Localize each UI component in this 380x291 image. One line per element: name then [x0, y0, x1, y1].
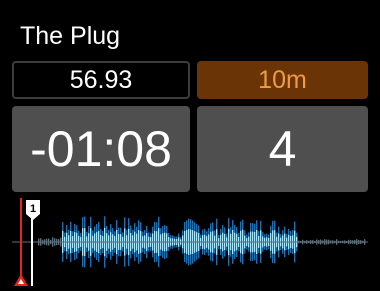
bpm-value: 56.93	[69, 65, 133, 94]
waveform-svg[interactable]: 1	[12, 198, 368, 286]
waveform-overview[interactable]: 1	[12, 198, 368, 286]
track-title: The Plug	[20, 22, 121, 50]
beat-counter-value: 4	[268, 121, 297, 177]
pitch-range-label: 10m	[258, 65, 307, 94]
bpm-display[interactable]: 56.93	[12, 61, 190, 99]
time-remaining-value: -01:08	[30, 121, 172, 177]
beat-counter-display[interactable]: 4	[197, 106, 368, 192]
deck-display: The Plug 56.93 10m -01:08 4 1	[0, 0, 380, 291]
pitch-range-button[interactable]: 10m	[197, 61, 368, 99]
cue-marker-label: 1	[30, 203, 36, 215]
time-remaining-display[interactable]: -01:08	[12, 106, 190, 192]
